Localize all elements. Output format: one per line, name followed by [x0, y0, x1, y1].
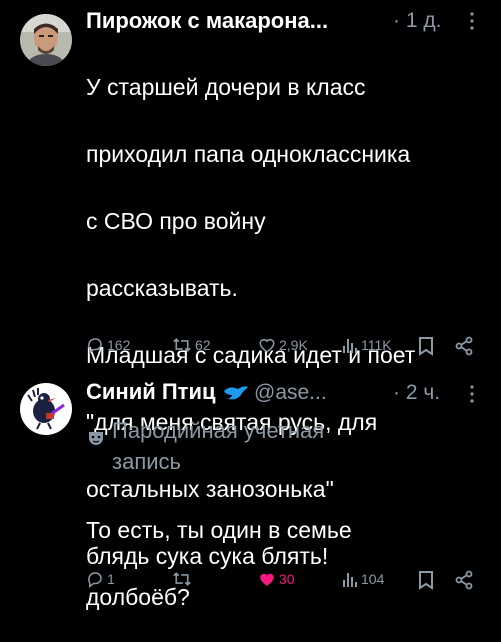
author-avatar[interactable]	[20, 383, 72, 435]
repost-button[interactable]: 62	[172, 336, 211, 354]
repost-count: 62	[195, 337, 211, 353]
text-line: рассказывать.	[86, 275, 238, 301]
reply-button[interactable]: 1	[86, 570, 115, 588]
time-label: 2 ч.	[405, 381, 441, 404]
author-handle[interactable]: @ase...	[254, 381, 327, 405]
reply-count: 1	[107, 571, 115, 587]
avatar-photo	[20, 14, 72, 66]
time-label: 1 д.	[405, 9, 442, 32]
like-icon	[259, 339, 275, 353]
author-name[interactable]: Пирожок с макарона...	[86, 8, 328, 34]
more-icon[interactable]	[464, 383, 480, 410]
author-avatar[interactable]	[20, 14, 72, 66]
author-name[interactable]: Синий Птиц	[86, 379, 216, 405]
repost-button[interactable]	[172, 570, 195, 588]
views-button[interactable]: 104	[342, 570, 384, 588]
reply-icon	[88, 572, 102, 588]
share-icon	[455, 570, 473, 590]
repost-icon	[173, 572, 191, 586]
time-separator: ·	[393, 381, 400, 404]
reply-button[interactable]: 162	[86, 336, 130, 354]
tweet-actions: 1 30 104	[86, 570, 491, 594]
share-button[interactable]	[454, 336, 474, 356]
bookmark-button[interactable]	[418, 570, 434, 590]
tweet-1[interactable]: Пирожок с макарона... · 1 д. У старшей д…	[0, 0, 501, 569]
views-count: 111K	[361, 337, 392, 353]
parody-label-line: запись	[112, 449, 181, 474]
avatar-bird-drawing	[20, 383, 72, 435]
bird-badge-icon	[222, 383, 250, 408]
views-icon	[343, 339, 357, 353]
tweet-time[interactable]: · 1 д.	[393, 9, 441, 33]
bookmark-icon	[419, 571, 433, 590]
tweet-text: То есть, ты один в семье долбоёб?	[86, 485, 352, 642]
tweet-2[interactable]: Синий Птиц @ase... · 2 ч. Пародийная уче…	[0, 375, 501, 610]
reply-icon	[88, 338, 102, 354]
views-button[interactable]: 111K	[342, 336, 392, 354]
like-count: 2,9K	[279, 337, 308, 353]
theater-mask-icon	[88, 430, 104, 453]
like-button[interactable]: 30	[258, 570, 295, 588]
views-icon	[343, 573, 357, 587]
reply-count: 162	[107, 337, 131, 353]
bookmark-icon	[419, 337, 433, 356]
more-icon[interactable]	[464, 10, 480, 37]
text-line: То есть, ты один в семье	[86, 517, 352, 543]
parody-account-label: Пародийная учетная запись	[112, 417, 324, 476]
tweet-time[interactable]: · 2 ч.	[393, 381, 440, 405]
text-line: приходил папа одноклассника	[86, 141, 411, 167]
repost-icon	[173, 338, 191, 352]
tweet-actions: 162 62 2,9K 111K	[86, 336, 491, 360]
share-button[interactable]	[454, 570, 474, 590]
views-count: 104	[361, 571, 385, 587]
like-icon	[260, 573, 274, 586]
share-icon	[455, 336, 473, 356]
text-line: с СВО про войну	[86, 208, 266, 234]
like-count: 30	[279, 571, 295, 587]
text-line: У старшей дочери в класс	[86, 74, 366, 100]
bookmark-button[interactable]	[418, 336, 434, 356]
like-button[interactable]: 2,9K	[258, 336, 308, 354]
parody-label-line: Пародийная учетная	[112, 418, 325, 443]
time-separator: ·	[393, 9, 400, 32]
